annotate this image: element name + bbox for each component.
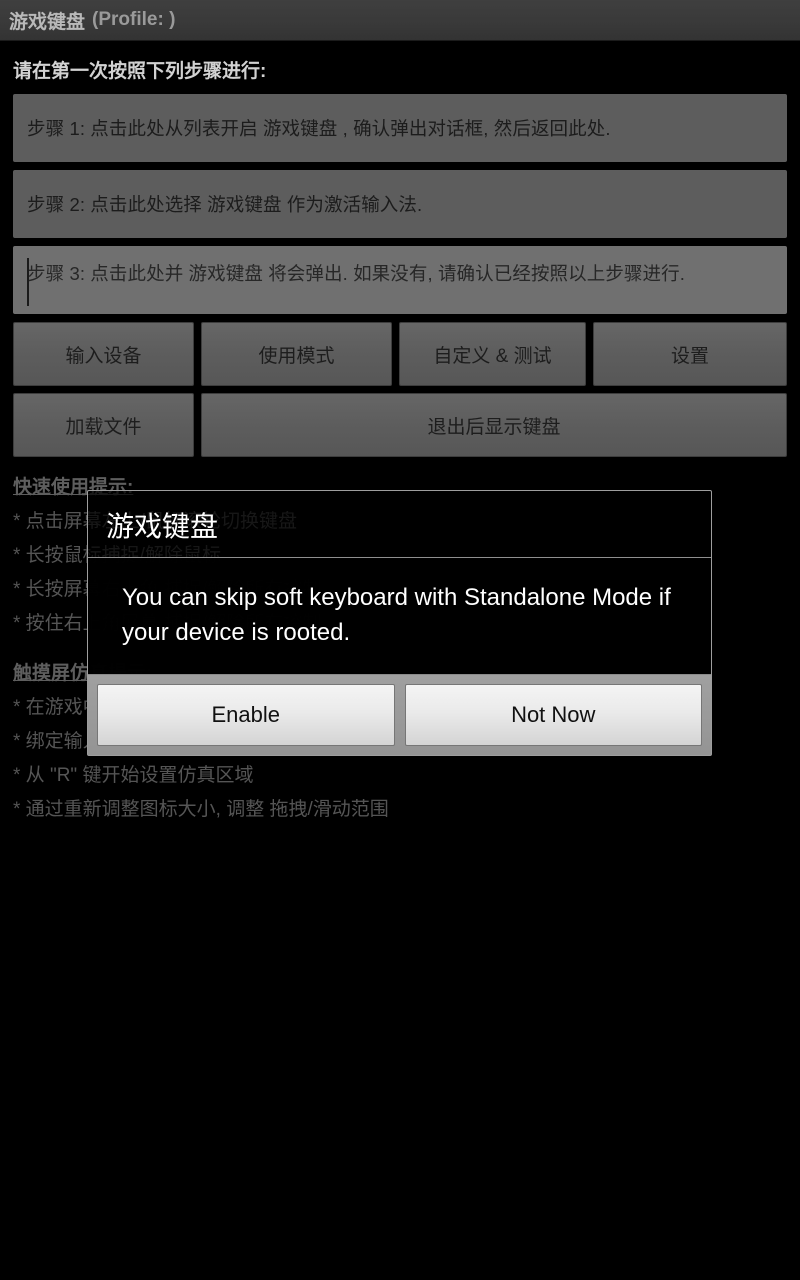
app-title: 游戏键盘	[9, 11, 86, 33]
usage-mode-button[interactable]: 使用模式	[201, 322, 392, 386]
step-3-box[interactable]: 步骤 3: 点击此处并 游戏键盘 将会弹出. 如果没有, 请确认已经按照以上步骤…	[13, 246, 787, 314]
load-file-button[interactable]: 加载文件	[13, 393, 194, 457]
step-2-box[interactable]: 步骤 2: 点击此处选择 游戏键盘 作为激活输入法.	[13, 170, 787, 238]
show-keyboard-on-exit-button[interactable]: 退出后显示键盘	[201, 393, 787, 457]
input-device-button[interactable]: 输入设备	[13, 322, 194, 386]
step-2-text: 步骤 2: 点击此处选择 游戏键盘 作为激活输入法.	[27, 193, 423, 215]
standalone-mode-dialog: 游戏键盘 You can skip soft keyboard with Sta…	[87, 490, 712, 756]
settings-button[interactable]: 设置	[593, 322, 787, 386]
profile-label: (Profile: )	[92, 9, 176, 30]
step-1-text: 步骤 1: 点击此处从列表开启 游戏键盘 , 确认弹出对话框, 然后返回此处.	[27, 117, 611, 139]
enable-button[interactable]: Enable	[97, 684, 395, 746]
button-row-primary: 输入设备 使用模式 自定义 & 测试 设置	[13, 322, 787, 386]
button-row-secondary: 加载文件 退出后显示键盘	[13, 393, 787, 457]
text-cursor	[27, 258, 29, 306]
touch-sim-line: * 从 "R" 键开始设置仿真区域	[13, 765, 254, 786]
title-bar: 游戏键盘 (Profile: )	[0, 0, 800, 41]
customize-test-button[interactable]: 自定义 & 测试	[399, 322, 586, 386]
not-now-button[interactable]: Not Now	[404, 684, 702, 746]
step-3-text: 步骤 3: 点击此处并 游戏键盘 将会弹出. 如果没有, 请确认已经按照以上步骤…	[27, 263, 685, 284]
dialog-message: You can skip soft keyboard with Standalo…	[88, 558, 711, 674]
touch-sim-line: * 通过重新调整图标大小, 调整 拖拽/滑动范围	[13, 799, 389, 820]
step-1-box[interactable]: 步骤 1: 点击此处从列表开启 游戏键盘 , 确认弹出对话框, 然后返回此处.	[13, 94, 787, 162]
dialog-title: 游戏键盘	[88, 491, 711, 558]
dialog-button-bar: Enable Not Now	[88, 674, 711, 755]
intro-text: 请在第一次按照下列步骤进行:	[13, 61, 267, 82]
